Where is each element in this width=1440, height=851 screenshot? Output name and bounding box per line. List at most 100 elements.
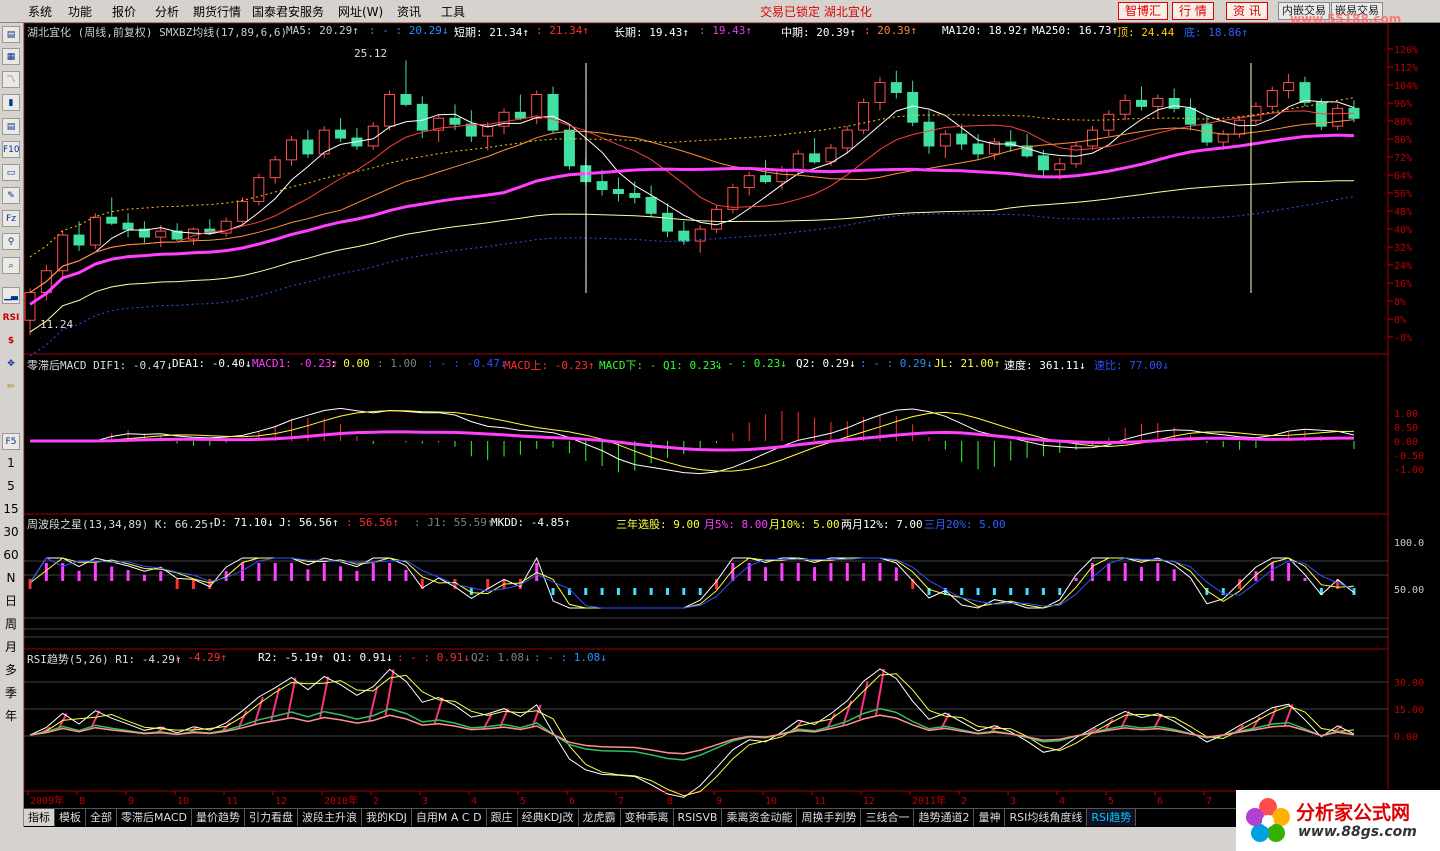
rsi-q2b: : - : 1.08↓ xyxy=(534,651,607,664)
formula-icon[interactable]: Fz xyxy=(2,210,20,227)
tab-0[interactable]: 指标 xyxy=(24,809,55,826)
tab-8[interactable]: 自用M A C D xyxy=(412,809,487,826)
pen-icon[interactable]: ✏ xyxy=(2,379,20,396)
candle-body xyxy=(236,200,248,222)
period-multi[interactable]: 多 xyxy=(2,662,20,679)
candle-body xyxy=(1217,133,1229,143)
candle-body xyxy=(384,93,396,127)
period-n[interactable]: N xyxy=(2,570,20,587)
time-label: 2009年 xyxy=(30,794,64,807)
tab-14[interactable]: 乘离资金动能 xyxy=(722,809,798,826)
tab-17[interactable]: 趋势通道2 xyxy=(914,809,975,826)
rsi-icon[interactable]: RSI xyxy=(2,310,20,327)
tab-2[interactable]: 全部 xyxy=(86,809,117,826)
top-value: 顶: 24.44 xyxy=(1117,26,1175,39)
kdj-m3: 三月20%: 5.00 xyxy=(924,518,1006,531)
tab-12[interactable]: 变种乖离 xyxy=(621,809,674,826)
axis-label-main: 64% xyxy=(1394,171,1412,182)
quote-list-icon[interactable]: ▤ xyxy=(2,26,20,43)
tab-3[interactable]: 零滞后MACD xyxy=(117,809,192,826)
macd-q2: Q2: 0.29↓ xyxy=(796,357,856,370)
note-icon[interactable]: ✎ xyxy=(2,187,20,204)
chart-area[interactable]: 120% 112% 104% 96% 88% 80% 72% 64% 56% 48% 40% 32% 2… xyxy=(23,22,1440,808)
document-icon[interactable]: ▭ xyxy=(2,164,20,181)
high-price-label: 25.12 xyxy=(354,47,388,60)
menu-system[interactable]: 系统 xyxy=(28,3,52,20)
menu-news[interactable]: 资讯 xyxy=(397,3,421,20)
candle-body xyxy=(760,175,772,183)
axis-label-main: 56% xyxy=(1394,189,1412,200)
macd-macd1: MACD1: -0.23↑ xyxy=(252,357,339,370)
candle-body xyxy=(1119,99,1131,115)
period-60min[interactable]: 60 xyxy=(2,547,20,564)
axis-label-main: 0% xyxy=(1394,315,1406,326)
tab-16[interactable]: 三线合一 xyxy=(861,809,915,826)
menu-tools[interactable]: 工具 xyxy=(441,3,465,20)
time-label: 5 xyxy=(520,796,526,807)
axis-label-main: 104% xyxy=(1394,81,1418,92)
quote-button[interactable]: 行 情 xyxy=(1172,2,1214,20)
period-1min[interactable]: 1 xyxy=(2,455,20,472)
ma5-value: MA5: 20.29↑ xyxy=(286,24,359,37)
zoom-icon[interactable]: ⚲ xyxy=(2,233,20,250)
indicator-icon[interactable]: ▁▃ xyxy=(2,287,20,304)
tab-20[interactable]: RSI趋势 xyxy=(1087,809,1137,826)
menu-function[interactable]: 功能 xyxy=(68,3,92,20)
dollar-icon[interactable]: $ xyxy=(2,333,20,350)
menu-futures[interactable]: 期货行情 xyxy=(193,3,241,20)
period-year[interactable]: 年 xyxy=(2,708,20,725)
period-30min[interactable]: 30 xyxy=(2,524,20,541)
candle-body xyxy=(727,187,739,210)
candle-body xyxy=(335,129,347,139)
tab-9[interactable]: 跟庄 xyxy=(487,809,518,826)
period-quarter[interactable]: 季 xyxy=(2,685,20,702)
candle-body xyxy=(1152,97,1164,107)
report-icon[interactable]: ▤ xyxy=(2,118,20,135)
tab-18[interactable]: 量神 xyxy=(974,809,1006,826)
candle-body xyxy=(612,189,624,195)
menu-analysis[interactable]: 分析 xyxy=(155,3,179,20)
tab-4[interactable]: 量价趋势 xyxy=(192,809,245,826)
time-label: 6 xyxy=(569,796,575,807)
time-label: 12 xyxy=(863,796,875,807)
period-month[interactable]: 月 xyxy=(2,639,20,656)
f5-icon[interactable]: F5 xyxy=(2,433,20,450)
search-icon[interactable]: ⌕ xyxy=(2,257,20,274)
candle-body xyxy=(792,153,804,171)
axis-label-rsi: 30.00 xyxy=(1394,678,1424,689)
tab-7[interactable]: 我的KDJ xyxy=(362,809,412,826)
grid-icon[interactable]: ▦ xyxy=(2,48,20,65)
axis-label-main: 112% xyxy=(1394,63,1418,74)
candle-icon[interactable]: ▮ xyxy=(2,94,20,111)
axis-label-main: 40% xyxy=(1394,225,1412,236)
candle-body xyxy=(302,139,314,155)
tab-10[interactable]: 经典KDJ改 xyxy=(518,809,579,826)
line-chart-icon[interactable]: 〽 xyxy=(2,71,20,88)
tab-1[interactable]: 模板 xyxy=(55,809,86,826)
tab-5[interactable]: 引力看盘 xyxy=(245,809,298,826)
candle-body xyxy=(122,222,134,230)
period-week[interactable]: 周 xyxy=(2,616,20,633)
macd-ratio: 速比: 77.00↓ xyxy=(1094,359,1169,372)
tab-19[interactable]: RSI均线角度线 xyxy=(1005,809,1088,826)
tab-15[interactable]: 周换手判势 xyxy=(797,809,862,826)
time-label: 3 xyxy=(422,796,428,807)
f10-icon[interactable]: F10 xyxy=(2,141,20,158)
menu-gtja[interactable]: 国泰君安服务 xyxy=(252,3,324,20)
move-icon[interactable]: ✥ xyxy=(2,356,20,373)
period-15min[interactable]: 15 xyxy=(2,501,20,518)
period-5min[interactable]: 5 xyxy=(2,478,20,495)
time-label: 12 xyxy=(275,796,287,807)
period-day[interactable]: 日 xyxy=(2,593,20,610)
tab-13[interactable]: RSISVB xyxy=(674,809,723,826)
news-button[interactable]: 资 讯 xyxy=(1226,2,1268,20)
stock-chart-svg[interactable]: 120%112%104%96%88%80%72%64%56%48%40%32%2… xyxy=(23,22,1440,808)
axis-label-rsi: 15.00 xyxy=(1394,705,1424,716)
tab-11[interactable]: 龙虎霸 xyxy=(579,809,621,826)
rsi-q1b: : - : 0.91↓ xyxy=(397,651,470,664)
zhibohui-button[interactable]: 智博汇 xyxy=(1118,2,1169,20)
menu-quote[interactable]: 报价 xyxy=(112,3,136,20)
menu-urls[interactable]: 网址(W) xyxy=(338,3,383,20)
tab-6[interactable]: 波段主升浪 xyxy=(298,809,362,826)
ma120-value: MA120: 18.92↑ xyxy=(942,24,1029,37)
